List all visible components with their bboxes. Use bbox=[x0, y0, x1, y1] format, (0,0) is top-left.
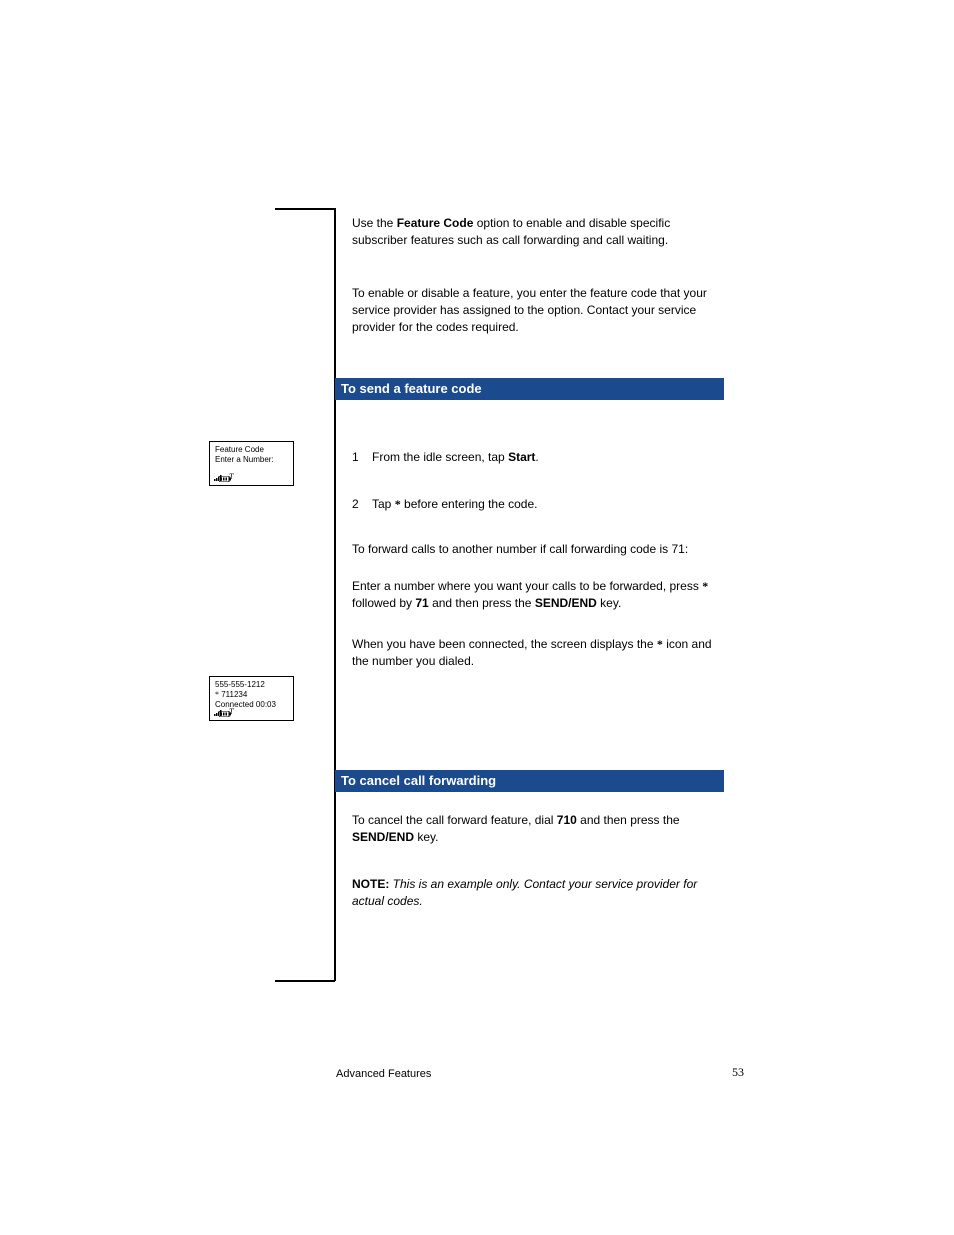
page-number: 53 bbox=[732, 1065, 744, 1080]
forward-detail: Enter a number where you want your calls… bbox=[352, 578, 722, 612]
screen1-line2: Enter a Number: bbox=[215, 455, 288, 465]
battery-icon bbox=[219, 711, 231, 717]
rail-bottom bbox=[275, 980, 335, 982]
intro-p2: To enable or disable a feature, you ente… bbox=[352, 285, 722, 336]
step1-num: 1 bbox=[352, 449, 372, 466]
cancel-forward: To cancel the call forward feature, dial… bbox=[352, 812, 722, 846]
rail-top bbox=[275, 208, 335, 210]
screen2-icons: T bbox=[214, 707, 233, 717]
step2-num: 2 bbox=[352, 496, 372, 513]
battery-icon bbox=[219, 476, 231, 482]
step2-text: Tap * before entering the code. bbox=[372, 496, 722, 513]
forward-intro: To forward calls to another number if ca… bbox=[352, 541, 722, 558]
screen1-icons: T bbox=[214, 472, 233, 482]
screen2-line2: * 711234 bbox=[215, 690, 288, 700]
step1-text: From the idle screen, tap Start. bbox=[372, 449, 722, 466]
note-label: NOTE: bbox=[352, 877, 393, 891]
section1-body: 1 From the idle screen, tap Start. 2 Tap… bbox=[352, 412, 722, 670]
screen-connected: 555-555-1212 * 711234 Connected 00:03 T bbox=[209, 676, 294, 721]
intro-p1-a: Use the bbox=[352, 216, 397, 230]
screen1-line1: Feature Code bbox=[215, 445, 288, 455]
connected-note: When you have been connected, the screen… bbox=[352, 636, 722, 670]
note: NOTE: This is an example only. Contact y… bbox=[352, 876, 722, 910]
rail-vertical bbox=[334, 208, 336, 981]
section2-title: To cancel call forwarding bbox=[335, 770, 724, 792]
step-2: 2 Tap * before entering the code. bbox=[352, 496, 722, 513]
intro-p1-b: Feature Code bbox=[397, 216, 477, 230]
step-1: 1 From the idle screen, tap Start. bbox=[352, 449, 722, 466]
asterisk-icon: * bbox=[702, 579, 708, 593]
footer-text: Advanced Features bbox=[336, 1068, 431, 1080]
section1-title: To send a feature code bbox=[335, 378, 724, 400]
screen-feature-code: Feature Code Enter a Number: T bbox=[209, 441, 294, 486]
screen2-line1: 555-555-1212 bbox=[215, 680, 288, 690]
note-text: This is an example only. Contact your se… bbox=[352, 877, 697, 908]
intro-p1: Use the Feature Code option to enable an… bbox=[352, 215, 722, 249]
page: Feature Code Enter a Number: T 555-555-1… bbox=[0, 0, 954, 1235]
section2-body: To cancel the call forward feature, dial… bbox=[352, 812, 722, 910]
